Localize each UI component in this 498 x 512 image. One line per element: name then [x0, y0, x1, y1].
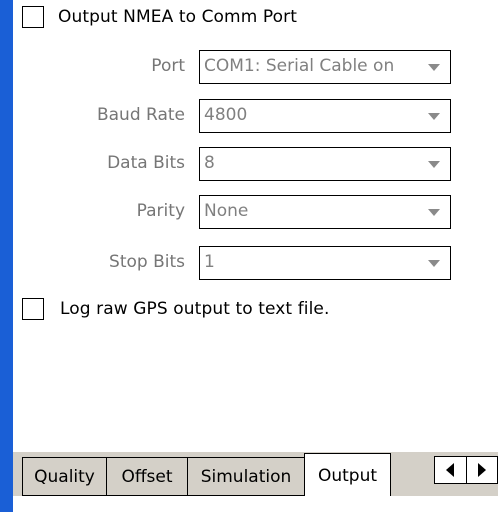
chevron-down-icon[interactable]: [428, 161, 440, 168]
parity-value: None: [204, 201, 249, 221]
baud-rate-row: Baud Rate 4800: [0, 99, 498, 133]
data-bits-select[interactable]: 8: [199, 147, 451, 181]
chevron-down-icon[interactable]: [428, 209, 440, 216]
stop-bits-label: Stop Bits: [109, 252, 185, 272]
data-bits-row: Data Bits 8: [0, 147, 498, 181]
tab-simulation-label: Simulation: [200, 466, 292, 487]
output-nmea-label: Output NMEA to Comm Port: [58, 7, 297, 27]
baud-rate-value: 4800: [204, 105, 248, 125]
baud-rate-label: Baud Rate: [96, 105, 185, 125]
tab-offset-label: Offset: [121, 466, 173, 487]
port-select[interactable]: COM1: Serial Cable on: [199, 50, 451, 84]
output-nmea-row[interactable]: Output NMEA to Comm Port: [22, 4, 297, 30]
chevron-down-icon[interactable]: [428, 64, 440, 71]
baud-rate-select[interactable]: 4800: [199, 99, 451, 133]
port-value: COM1: Serial Cable on: [204, 56, 395, 76]
output-nmea-checkbox[interactable]: [22, 6, 44, 28]
log-raw-label: Log raw GPS output to text file.: [60, 299, 330, 319]
chevron-down-icon[interactable]: [428, 260, 440, 267]
triangle-left-icon: [446, 463, 455, 477]
parity-row: Parity None: [0, 195, 498, 229]
stop-bits-select[interactable]: 1: [199, 246, 451, 280]
tab-output-label: Output: [317, 465, 378, 486]
port-row: Port COM1: Serial Cable on: [0, 50, 498, 84]
stop-bits-value: 1: [204, 252, 215, 272]
data-bits-value: 8: [204, 153, 215, 173]
tab-quality-label: Quality: [34, 466, 95, 487]
tab-offset[interactable]: Offset: [106, 457, 187, 496]
tab-scroll-right-button[interactable]: [467, 457, 498, 483]
tab-scroll-buttons: [434, 456, 498, 484]
parity-label: Parity: [136, 201, 185, 221]
data-bits-label: Data Bits: [107, 153, 185, 173]
parity-select[interactable]: None: [199, 195, 451, 229]
bottom-area: [13, 496, 498, 512]
tab-output[interactable]: Output: [304, 453, 391, 497]
triangle-right-icon: [477, 463, 486, 477]
port-label: Port: [151, 56, 185, 76]
tab-quality[interactable]: Quality: [22, 457, 106, 496]
log-raw-checkbox[interactable]: [22, 298, 44, 320]
tab-simulation[interactable]: Simulation: [187, 457, 304, 496]
chevron-down-icon[interactable]: [428, 113, 440, 120]
stop-bits-row: Stop Bits 1: [0, 246, 498, 280]
log-raw-row[interactable]: Log raw GPS output to text file.: [22, 296, 330, 322]
tab-scroll-left-button[interactable]: [435, 457, 467, 483]
